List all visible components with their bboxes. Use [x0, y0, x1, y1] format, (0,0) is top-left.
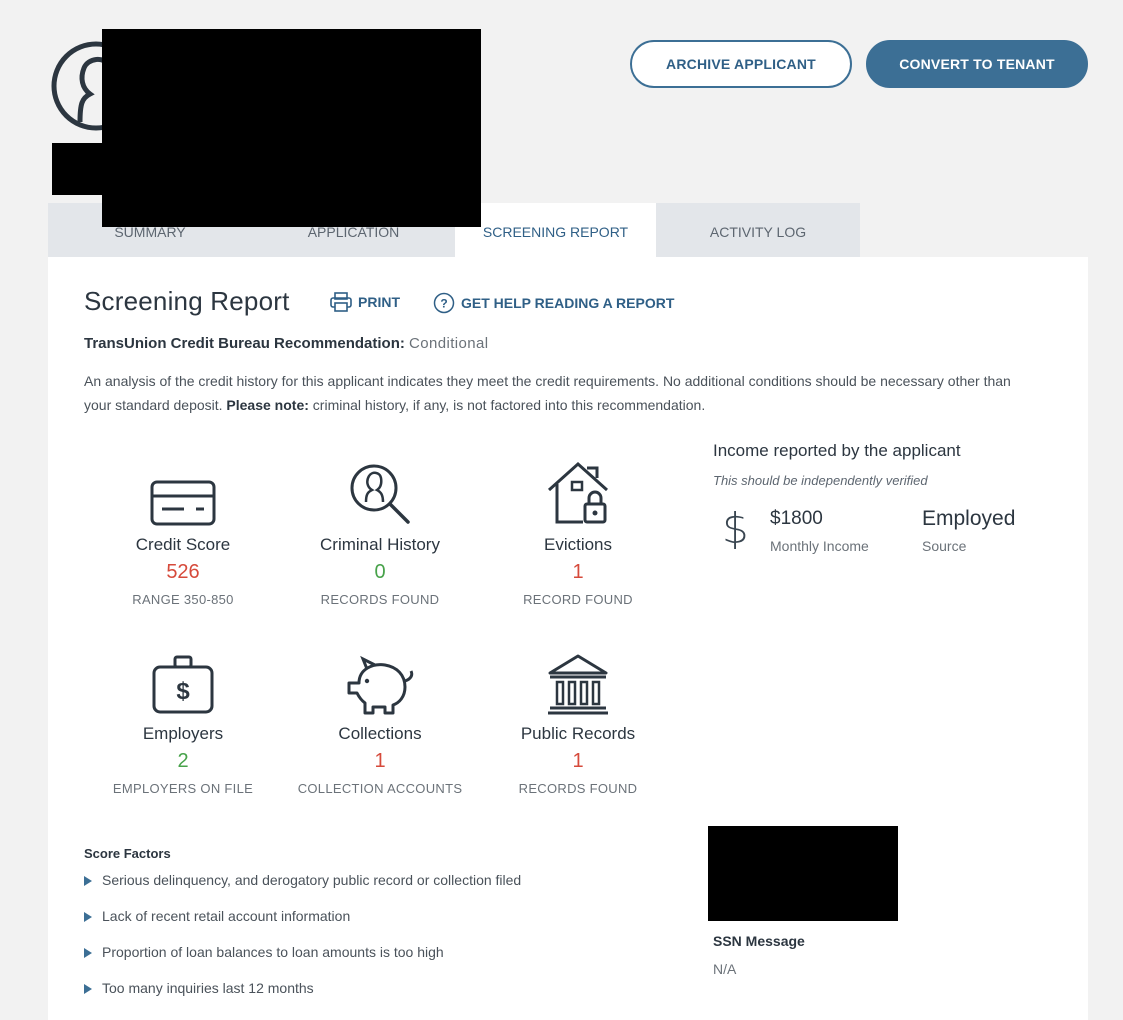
convert-to-tenant-button[interactable]: CONVERT TO TENANT	[866, 40, 1088, 88]
briefcase-dollar-icon: $	[152, 655, 214, 714]
stat-label: Credit Score	[135, 535, 231, 554]
stat-label: Collections	[338, 724, 422, 743]
analysis-text: An analysis of the credit history for th…	[84, 369, 1034, 417]
factor-text: Serious delinquency, and derogatory publ…	[102, 872, 522, 888]
bullet-icon	[84, 912, 92, 922]
income-source-label: Source	[922, 538, 967, 554]
stat-sub: RANGE 350-850	[132, 592, 234, 607]
stat-sub: RECORD FOUND	[523, 592, 633, 607]
stat-value: 1	[572, 561, 584, 583]
help-label: GET HELP READING A REPORT	[461, 295, 675, 311]
redacted-detail-block	[52, 143, 112, 195]
stat-label: Public Records	[520, 724, 636, 743]
income-note: This should be independently verified	[713, 473, 928, 488]
house-lock-icon	[547, 461, 609, 524]
income-amount: $1800	[770, 508, 823, 529]
list-item: Serious delinquency, and derogatory publ…	[84, 872, 521, 908]
stat-label: Criminal History	[320, 535, 440, 554]
stat-public-records[interactable]: Public Records 1 RECORDS FOUND	[483, 641, 673, 796]
stat-collections[interactable]: Collections 1 COLLECTION ACCOUNTS	[285, 641, 475, 796]
person-search-icon	[350, 464, 410, 524]
stat-value: 2	[177, 750, 189, 772]
tab-screening-report[interactable]: SCREENING REPORT	[455, 203, 656, 257]
printer-icon	[330, 292, 352, 312]
print-link[interactable]: PRINT	[330, 292, 400, 312]
stat-value: 1	[572, 750, 584, 772]
redacted-tab-overlay	[102, 203, 481, 227]
stat-sub: RECORDS FOUND	[518, 781, 638, 796]
bullet-icon	[84, 948, 92, 958]
ssn-title: SSN Message	[713, 933, 805, 949]
factor-text: Proportion of loan balances to loan amou…	[102, 944, 444, 960]
stat-sub: RECORDS FOUND	[320, 592, 440, 607]
analysis-note-label: Please note:	[226, 397, 309, 413]
factor-text: Lack of recent retail account informatio…	[102, 908, 351, 924]
analysis-note-text: criminal history, if any, is not factore…	[312, 397, 706, 413]
stat-criminal-history[interactable]: Criminal History 0 RECORDS FOUND	[285, 452, 475, 607]
stat-label: Employers	[142, 724, 224, 743]
income-source: Employed	[922, 507, 1016, 530]
list-item: Proportion of loan balances to loan amou…	[84, 944, 521, 980]
archive-applicant-button[interactable]: ARCHIVE APPLICANT	[630, 40, 852, 88]
courthouse-icon	[548, 654, 608, 715]
stat-label: Evictions	[543, 535, 613, 554]
score-factors-title: Score Factors	[84, 846, 171, 861]
tab-activity-log[interactable]: ACTIVITY LOG	[656, 203, 860, 257]
bullet-icon	[84, 876, 92, 886]
income-title: Income reported by the applicant	[713, 441, 961, 460]
stat-credit-score[interactable]: Credit Score 526 RANGE 350-850	[88, 452, 278, 607]
page-title: Screening Report	[84, 286, 290, 316]
score-factors-list: Serious delinquency, and derogatory publ…	[84, 872, 521, 1016]
redacted-name-block	[102, 29, 481, 227]
help-circle-icon: ?	[433, 292, 455, 314]
dollar-icon: $	[722, 504, 749, 553]
recommendation-value: Conditional	[409, 335, 489, 352]
recommendation: TransUnion Credit Bureau Recommendation:…	[84, 335, 489, 352]
redacted-ssn-block	[708, 826, 898, 921]
svg-text:$: $	[176, 678, 190, 705]
stat-value: 0	[374, 561, 386, 583]
factor-text: Too many inquiries last 12 months	[102, 980, 314, 996]
credit-card-icon	[150, 480, 216, 526]
piggy-bank-icon	[347, 655, 414, 715]
help-reading-report-link[interactable]: ? GET HELP READING A REPORT	[433, 292, 674, 314]
print-label: PRINT	[358, 294, 400, 310]
stat-sub: EMPLOYERS ON FILE	[112, 781, 254, 796]
stat-value: 526	[166, 561, 200, 583]
list-item: Lack of recent retail account informatio…	[84, 908, 521, 944]
income-amount-label: Monthly Income	[770, 538, 869, 554]
stat-employers[interactable]: $ Employers 2 EMPLOYERS ON FILE	[88, 641, 278, 796]
ssn-value: N/A	[713, 961, 737, 977]
stat-value: 1	[374, 750, 386, 772]
recommendation-label: TransUnion Credit Bureau Recommendation:	[84, 335, 405, 352]
stat-sub: COLLECTION ACCOUNTS	[297, 781, 463, 796]
stat-evictions[interactable]: Evictions 1 RECORD FOUND	[483, 452, 673, 607]
list-item: Too many inquiries last 12 months	[84, 980, 521, 1016]
bullet-icon	[84, 984, 92, 994]
svg-text:?: ?	[440, 297, 447, 311]
